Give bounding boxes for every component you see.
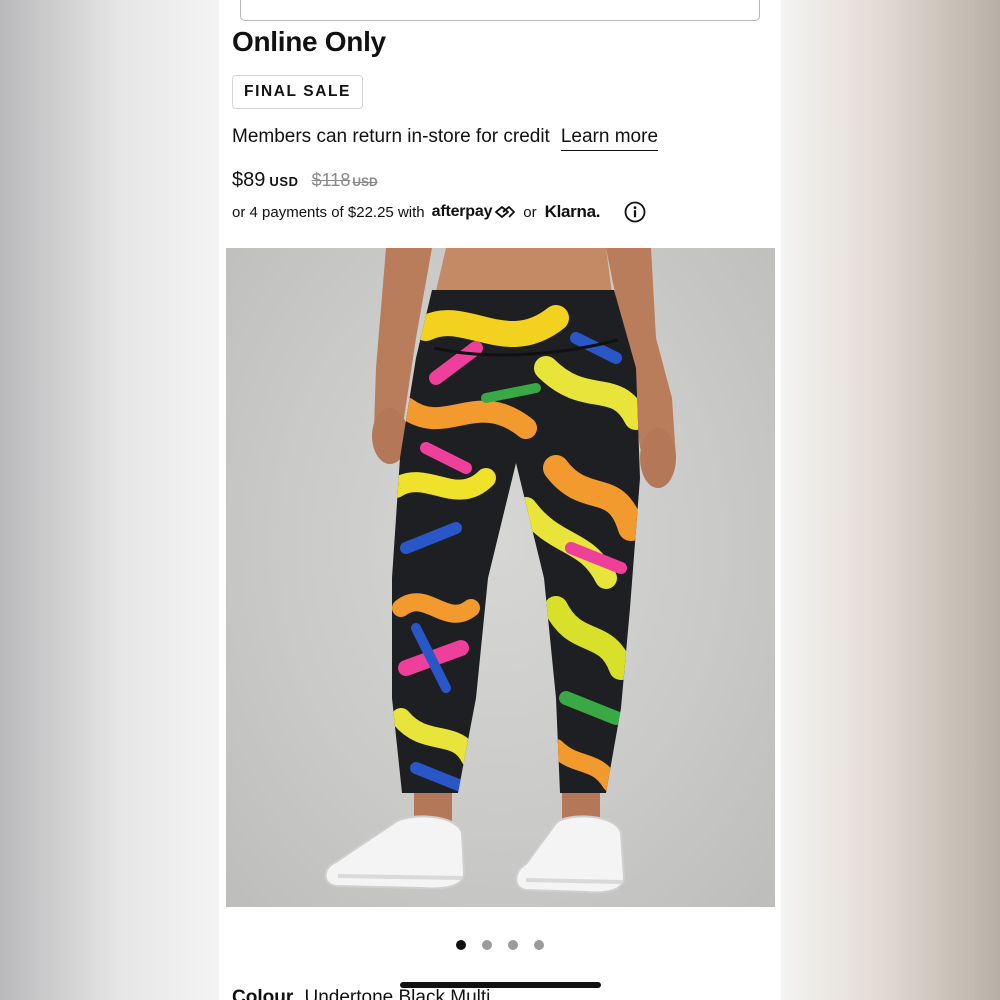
sale-price: $89 xyxy=(232,169,266,191)
sale-price-currency: USD xyxy=(269,174,299,189)
installments-text: or 4 payments of $22.25 with xyxy=(232,203,425,221)
learn-more-link[interactable]: Learn more xyxy=(560,126,659,151)
afterpay-arrows-icon xyxy=(495,206,516,218)
klarna-logo[interactable]: Klarna. xyxy=(545,202,601,222)
leggings-photo xyxy=(324,248,676,894)
carousel-dot-1[interactable] xyxy=(456,940,466,950)
installments-row: or 4 payments of $22.25 with afterpay or… xyxy=(232,200,646,224)
afterpay-logo[interactable]: afterpay xyxy=(432,203,517,221)
returns-info: Members can return in-store for credit L… xyxy=(232,126,659,151)
afterpay-label: afterpay xyxy=(431,203,493,220)
carousel-dot-2[interactable] xyxy=(482,940,492,950)
product-page: Online Only FINAL SALE Members can retur… xyxy=(219,0,781,1000)
colour-row: Colour Undertone Black Multi xyxy=(232,987,490,1000)
colour-value: Undertone Black Multi xyxy=(304,987,491,1000)
colour-label: Colour xyxy=(232,987,294,1000)
final-sale-badge: FINAL SALE xyxy=(232,75,363,109)
product-image[interactable] xyxy=(226,248,775,907)
returns-text: Members can return in-store for credit xyxy=(232,126,550,147)
info-icon[interactable] xyxy=(624,201,646,223)
carousel-dot-4[interactable] xyxy=(534,940,544,950)
price-row: $89 USD $118 USD xyxy=(232,169,378,192)
original-price: $118 xyxy=(311,170,351,190)
availability-heading: Online Only xyxy=(232,26,386,57)
carousel-dot-3[interactable] xyxy=(508,940,518,950)
original-price-currency: USD xyxy=(352,175,378,189)
image-carousel-dots xyxy=(219,940,781,950)
or-text: or xyxy=(523,203,537,221)
home-indicator[interactable] xyxy=(400,982,601,988)
search-input[interactable] xyxy=(240,0,760,21)
